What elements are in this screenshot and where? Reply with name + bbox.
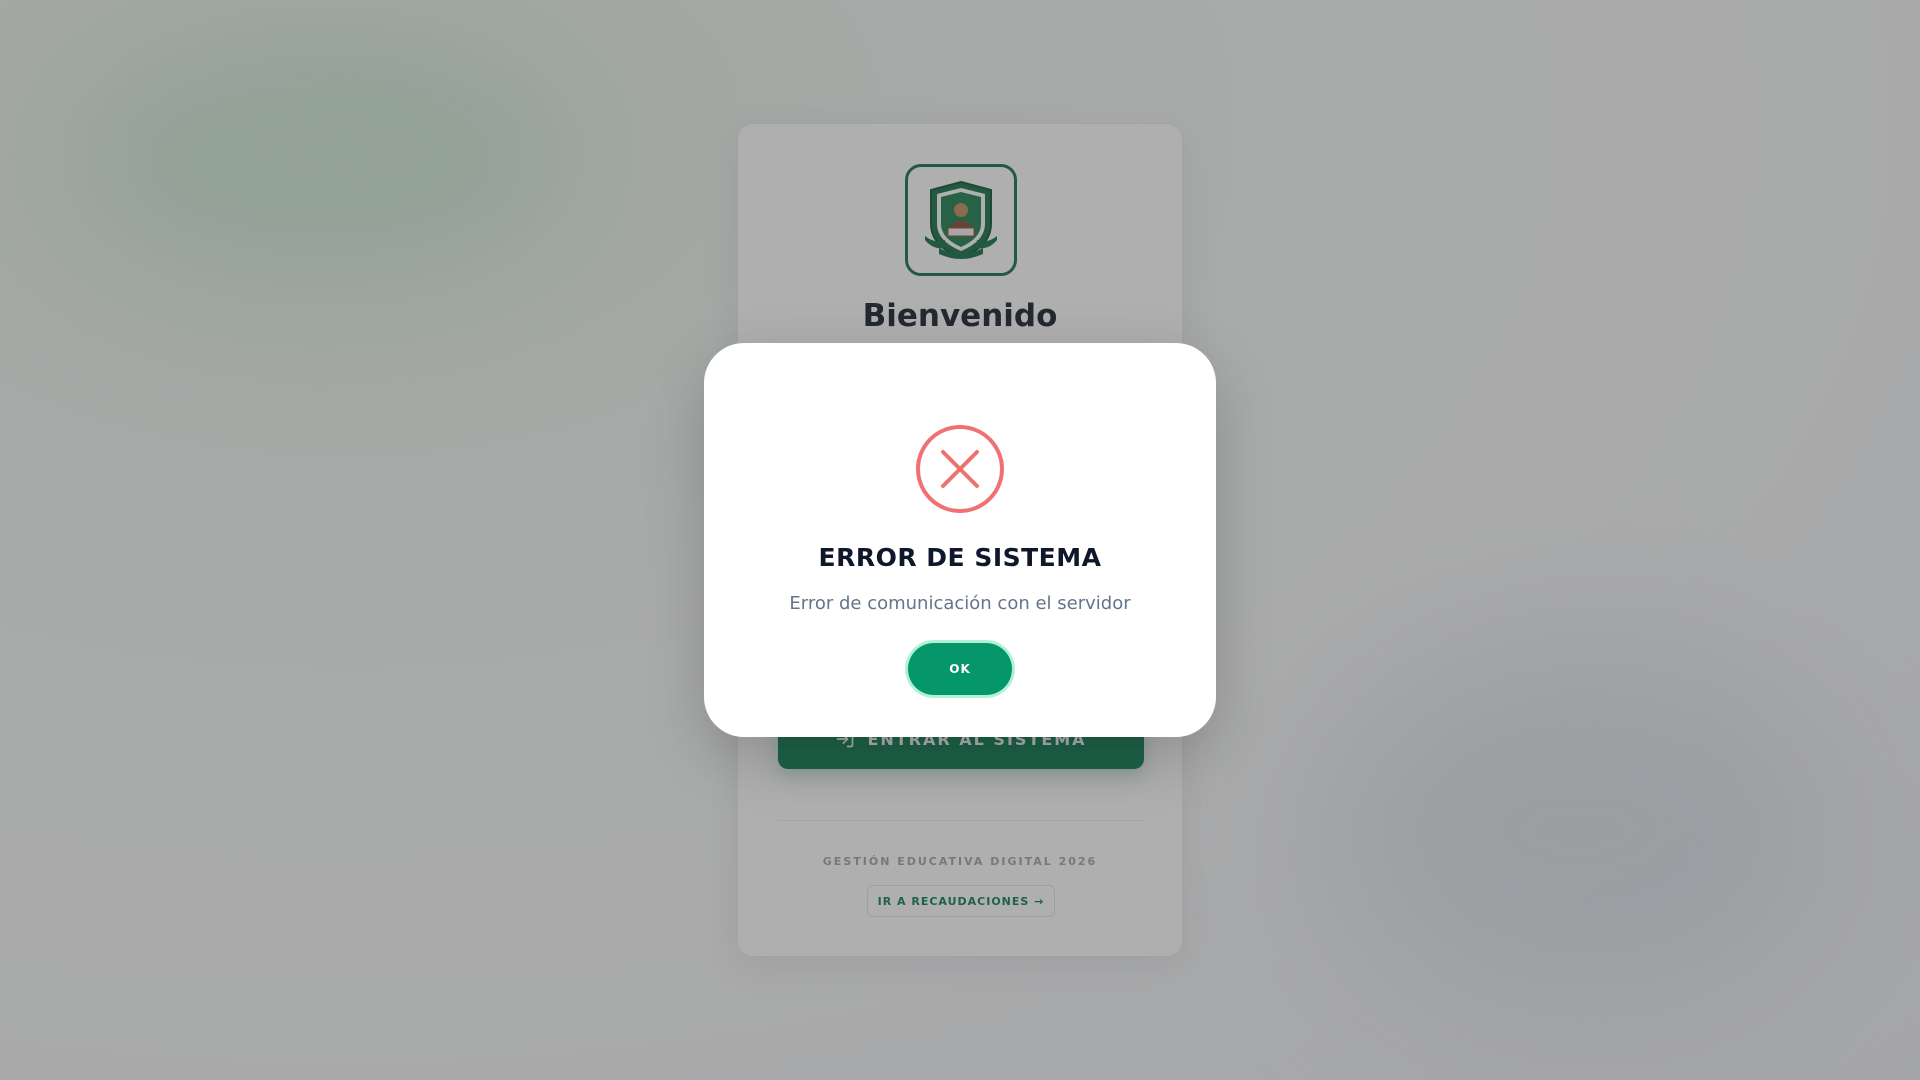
error-dialog: ERROR DE SISTEMA Error de comunicación c…: [704, 343, 1216, 737]
error-x-circle-icon: [916, 425, 1004, 513]
dialog-title: ERROR DE SISTEMA: [818, 543, 1102, 572]
dialog-message: Error de comunicación con el servidor: [789, 593, 1131, 614]
login-page: Bienvenido ENTRAR AL SISTEMA GESTIÓN EDU…: [0, 0, 1920, 1080]
ok-button[interactable]: OK: [908, 643, 1012, 695]
